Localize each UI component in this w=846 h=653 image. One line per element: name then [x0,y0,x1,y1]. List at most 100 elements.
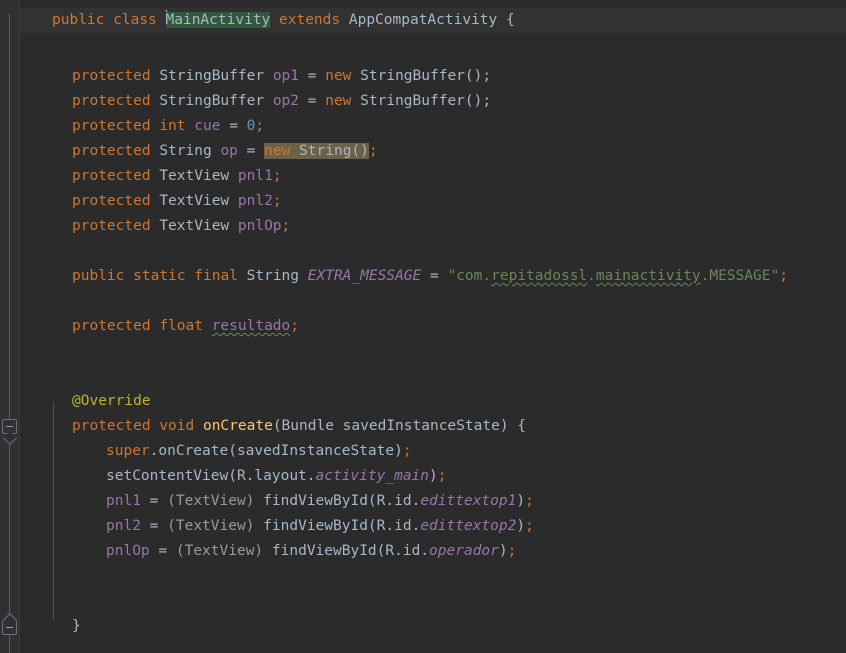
code-line-op1-declaration[interactable]: protected StringBuffer op1 = new StringB… [72,64,491,89]
semicolon: ; [402,443,412,459]
code-line-resultado-declaration[interactable]: protected float resultado; [72,314,299,339]
type-TextView[interactable]: TextView [159,218,229,234]
code-line-pnl1-assignment[interactable]: pnl1 = (TextView) findViewById(R.id.edit… [106,489,534,514]
type-TextView[interactable]: TextView [159,193,229,209]
field-pnl2[interactable]: pnl2 [238,193,273,209]
super-oncreate-call[interactable]: .onCreate(savedInstanceState) [150,443,403,459]
type-StringBuffer[interactable]: StringBuffer [159,68,264,84]
code-line-closing-brace[interactable]: } [72,614,81,639]
class-name-MainActivity[interactable]: MainActivity [165,12,271,28]
resource-id-activity-main[interactable]: activity_main [316,468,430,484]
constructor-StringBuffer[interactable]: StringBuffer(); [360,68,491,84]
code-line-oncreate-signature[interactable]: protected void onCreate(Bundle savedInst… [72,414,526,439]
code-line-super-oncreate[interactable]: super.onCreate(savedInstanceState); [106,439,412,464]
code-line-override-annotation[interactable]: @Override [72,389,151,414]
semicolon: ; [272,193,282,209]
type-TextView[interactable]: TextView [159,168,229,184]
semicolon: ; [368,143,378,159]
assign-operator: = [158,543,168,559]
superclass-AppCompatActivity[interactable]: AppCompatActivity [349,12,497,28]
code-line-setcontentview[interactable]: setContentView(R.layout.activity_main); [106,464,446,489]
keyword-protected: protected [72,68,151,84]
semicolon: ; [507,543,517,559]
keyword-super: super [106,443,150,459]
code-line-extra-message[interactable]: public static final String EXTRA_MESSAGE… [72,264,788,289]
assign-operator: = [229,118,238,134]
code-line-pnlop-declaration[interactable]: protected TextView pnlOp; [72,214,290,239]
findviewbyid-call[interactable]: findViewById(R.id. [263,518,420,534]
code-line-cue-declaration[interactable]: protected int cue = 0; [72,114,264,139]
fold-marker-class-end-icon[interactable] [2,620,17,635]
field-resultado[interactable]: resultado [212,318,291,334]
keyword-protected: protected [72,318,151,334]
assign-operator: = [430,268,439,284]
semicolon: ; [437,468,447,484]
param-name-savedInstanceState[interactable]: savedInstanceState [343,418,500,434]
code-line-pnl2-declaration[interactable]: protected TextView pnl2; [72,189,282,214]
field-pnl2[interactable]: pnl2 [106,518,141,534]
keyword-static: static [133,268,186,284]
keyword-new: new [264,143,291,159]
code-line-pnl2-assignment[interactable]: pnl2 = (TextView) findViewById(R.id.edit… [106,514,534,539]
constant-EXTRA_MESSAGE[interactable]: EXTRA_MESSAGE [308,268,422,284]
field-pnl1[interactable]: pnl1 [106,493,141,509]
constructor-StringBuffer[interactable]: StringBuffer(); [360,93,491,109]
keyword-protected: protected [72,218,151,234]
code-line-pnlop-assignment[interactable]: pnlOp = (TextView) findViewById(R.id.ope… [106,539,516,564]
semicolon: ; [272,168,282,184]
findviewbyid-call[interactable]: findViewById(R.id. [272,543,429,559]
code-editor[interactable]: public class MainActivity extends AppCom… [0,0,846,653]
field-pnlOp[interactable]: pnlOp [238,218,282,234]
code-line-op-declaration[interactable]: protected String op = new String(); [72,139,378,164]
resource-id-edittextop1[interactable]: edittextop1 [420,493,516,509]
field-pnlOp[interactable]: pnlOp [106,543,150,559]
type-String[interactable]: String [159,143,211,159]
keyword-int: int [159,118,186,134]
type-StringBuffer[interactable]: StringBuffer [159,93,264,109]
setcontentview-call[interactable]: setContentView(R.layout. [106,468,316,484]
paren-close: ) [498,543,508,559]
resource-id-edittextop2[interactable]: edittextop2 [420,518,516,534]
keyword-void: void [159,418,195,434]
fold-marker-oncreate-icon[interactable] [2,419,17,434]
close-brace: } [72,618,81,634]
resource-id-operador[interactable]: operador [429,543,499,559]
code-text-area[interactable]: public class MainActivity extends AppCom… [20,0,846,653]
editor-gutter[interactable] [0,0,20,653]
type-String[interactable]: String [247,268,299,284]
code-line-class-declaration[interactable]: public class MainActivity extends AppCom… [52,8,515,33]
usage-highlight-new-string[interactable]: new String() [264,143,369,159]
method-name-onCreate[interactable]: onCreate [203,418,273,434]
code-line-pnl1-declaration[interactable]: protected TextView pnl1; [72,164,282,189]
findviewbyid-call[interactable]: findViewById(R.id. [263,493,420,509]
keyword-protected: protected [72,418,151,434]
keyword-new: new [325,68,352,84]
field-cue[interactable]: cue [194,118,220,134]
annotation-override[interactable]: @Override [72,393,151,409]
param-type-Bundle[interactable]: Bundle [282,418,334,434]
semicolon: ; [290,318,300,334]
field-pnl1[interactable]: pnl1 [238,168,273,184]
keyword-protected: protected [72,193,151,209]
field-op2[interactable]: op2 [273,93,299,109]
keyword-protected: protected [72,168,151,184]
code-line-op2-declaration[interactable]: protected StringBuffer op2 = new StringB… [72,89,491,114]
field-op1[interactable]: op1 [273,68,299,84]
field-op[interactable]: op [220,143,237,159]
